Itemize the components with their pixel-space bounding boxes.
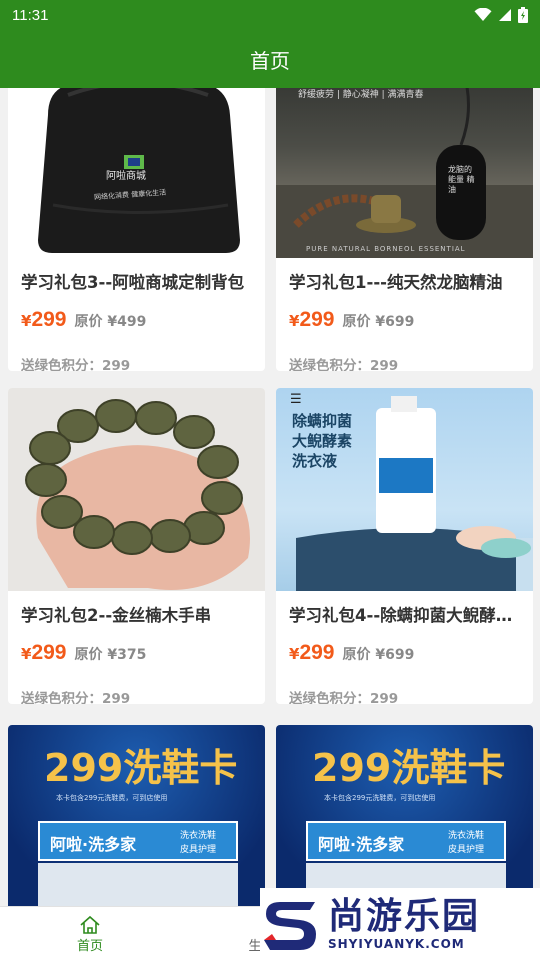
store-name: 阿啦·洗多家 [318,835,405,854]
watermark-url: SHYIYUANYK.COM [328,937,465,951]
signal-icon [499,9,511,21]
product-name: 学习礼包4--除螨抑菌大鲵酵素洗衣液 [289,606,525,625]
page-title: 首页 [250,48,290,73]
store-sign: 阿啦·洗多家 洗衣洗鞋 皮具护理 [306,821,506,861]
store-service-1: 洗衣洗鞋 [180,831,217,841]
shoe-card-title: 299洗鞋卡 [312,746,506,790]
product-name: 学习礼包1---纯天然龙脑精油 [289,273,503,292]
backpack-logo-text: 阿啦商城 [106,171,146,182]
currency-symbol: ¥ [21,645,32,663]
original-price: 原价 ¥699 [342,314,415,330]
app-bar: 首页 [0,30,540,88]
currency-symbol: ¥ [289,312,300,330]
tab-home-label: 首页 [76,938,103,954]
product-image-backpack: 阿啦商城 网络化消费 健康化生活 [8,88,265,258]
essential-top-text: 舒缓疲劳 | 静心凝神 | 满满青春 [298,90,424,100]
detergent-line-2: 大鲵酵素 [292,432,353,450]
product-name: 学习礼包3--阿啦商城定制背包 [21,273,245,292]
product-card[interactable]: 299洗鞋卡 本卡包含299元洗鞋费，可到店使用 阿啦·洗多家 洗衣洗鞋 皮具护… [276,725,533,906]
product-image-detergent: ☰ 除螨抑菌 大鲵酵素 洗衣液 [276,388,533,591]
price-row: ¥299 原价 ¥499 [21,308,146,332]
wifi-icon [474,8,492,21]
detergent-line-1: 除螨抑菌 [292,412,353,430]
detergent-line-3: 洗衣液 [292,452,338,470]
watermark-logo [264,902,316,950]
green-points: 送绿色积分：299 [21,358,131,371]
green-points: 送绿色积分：299 [289,358,399,371]
home-icon [80,915,100,934]
tab-home[interactable]: 首页 [40,907,140,960]
store-sign: 阿啦·洗多家 洗衣洗鞋 皮具护理 [38,821,238,861]
shoe-card-desc: 本卡包含299元洗鞋费，可到店使用 [324,794,436,802]
essential-bottom-text: PURE NATURAL BORNEOL ESSENTIAL [306,245,466,253]
store-service-2: 皮具护理 [180,845,217,855]
store-service-2: 皮具护理 [448,845,485,855]
essential-bottle-text: 龙脑的能量 精油 [448,165,475,194]
status-time: 11:31 [12,6,49,24]
menu-icon: ☰ [290,392,302,407]
product-price: 299 [299,641,335,664]
price-row: ¥299 原价 ¥699 [289,641,414,665]
watermark-title: 尚游乐园 [328,896,481,937]
product-price: 299 [31,641,67,664]
product-grid[interactable]: 阿啦商城 网络化消费 健康化生活 学习礼包3--阿啦商城定制背包 ¥299 原价… [0,88,540,906]
product-card[interactable]: 舒缓疲劳 | 静心凝神 | 满满青春 龙脑的能量 精油 PURE NATURAL… [276,88,533,371]
currency-symbol: ¥ [21,312,32,330]
product-image-shoe-card: 299洗鞋卡 本卡包含299元洗鞋费，可到店使用 阿啦·洗多家 洗衣洗鞋 皮具护… [8,725,265,906]
price-row: ¥299 原价 ¥699 [289,308,414,332]
original-price: 原价 ¥699 [342,647,415,663]
green-points: 送绿色积分：299 [289,691,399,704]
status-icons [474,7,528,23]
product-card[interactable]: ☰ 除螨抑菌 大鲵酵素 洗衣液 学习礼包4--除螨抑菌大鲵酵素洗衣液 ¥299 … [276,388,533,704]
product-card[interactable]: 299洗鞋卡 本卡包含299元洗鞋费，可到店使用 阿啦·洗多家 洗衣洗鞋 皮具护… [8,725,265,906]
product-price: 299 [299,308,335,331]
product-card[interactable]: 阿啦商城 网络化消费 健康化生活 学习礼包3--阿啦商城定制背包 ¥299 原价… [8,88,265,371]
status-bar: 11:31 [0,0,540,30]
battery-icon [518,7,528,23]
shoe-card-title: 299洗鞋卡 [44,746,238,790]
product-price: 299 [31,308,67,331]
currency-symbol: ¥ [289,645,300,663]
watermark: 尚游乐园 SHYIYUANYK.COM [260,888,540,960]
original-price: 原价 ¥499 [74,314,147,330]
shoe-card-desc: 本卡包含299元洗鞋费，可到店使用 [56,794,168,802]
product-image-shoe-card: 299洗鞋卡 本卡包含299元洗鞋费，可到店使用 阿啦·洗多家 洗衣洗鞋 皮具护… [276,725,533,906]
product-card[interactable]: 学习礼包2--金丝楠木手串 ¥299 原价 ¥375 送绿色积分：299 [8,388,265,704]
storefront [38,863,238,906]
product-image-essential-oil: 舒缓疲劳 | 静心凝神 | 满满青春 龙脑的能量 精油 PURE NATURAL… [276,88,533,258]
original-price: 原价 ¥375 [74,647,147,663]
product-name: 学习礼包2--金丝楠木手串 [21,606,212,625]
price-row: ¥299 原价 ¥375 [21,641,146,665]
store-name: 阿啦·洗多家 [50,835,137,854]
store-service-1: 洗衣洗鞋 [448,831,485,841]
green-points: 送绿色积分：299 [21,691,131,704]
product-image-bracelet [8,388,265,591]
